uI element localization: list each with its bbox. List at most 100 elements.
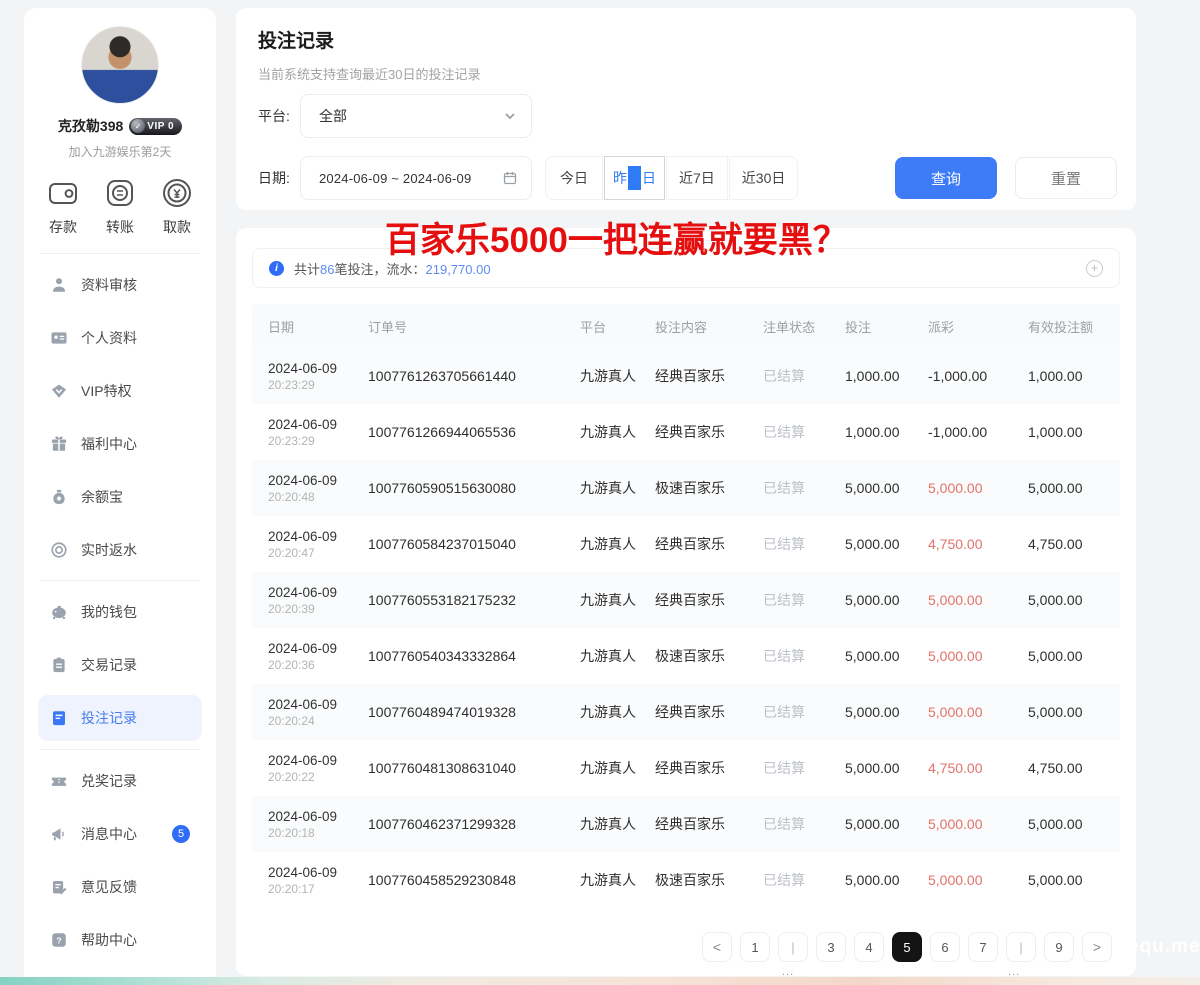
cell-valid-amount: 1,000.00 <box>1028 424 1120 440</box>
page-subtitle: 当前系统支持查询最近30日的投注记录 <box>258 64 480 83</box>
sidebar-item-realtime-rebate[interactable]: 实时返水 <box>24 523 216 576</box>
cell-bet-amount: 1,000.00 <box>845 368 928 384</box>
quick-date-yesterday[interactable]: 昨日 <box>604 156 665 200</box>
cell-valid-amount: 5,000.00 <box>1028 592 1120 608</box>
pagination-prev[interactable]: < <box>702 932 732 962</box>
reset-button[interactable]: 重置 <box>1015 157 1117 199</box>
sidebar-item-prize-records[interactable]: 兑奖记录 <box>24 754 216 807</box>
transaction-record-icon <box>50 656 68 674</box>
platform-label: 平台: <box>258 94 290 138</box>
cell-time: 20:20:36 <box>268 658 368 672</box>
sidebar-item-personal-info[interactable]: 个人资料 <box>24 311 216 364</box>
column-header-valid: 有效投注额 <box>1028 317 1120 336</box>
sidebar-item-yuebao[interactable]: 余额宝 <box>24 470 216 523</box>
sidebar-item-betting-records[interactable]: 投注记录 <box>38 695 202 741</box>
pagination-page-7[interactable]: 7 <box>968 932 998 962</box>
table-row[interactable]: 2024-06-0920:20:24 1007760489474019328 九… <box>252 684 1120 740</box>
table-row[interactable]: 2024-06-0920:20:22 1007760481308631040 九… <box>252 740 1120 796</box>
cell-platform: 九游真人 <box>580 646 655 666</box>
pagination-page-3[interactable]: 3 <box>816 932 846 962</box>
table-body: 2024-06-0920:23:29 1007761263705661440 九… <box>252 348 1120 908</box>
table-row[interactable]: 2024-06-0920:23:29 1007761263705661440 九… <box>252 348 1120 404</box>
cell-status: 已结算 <box>763 366 845 386</box>
table-row[interactable]: 2024-06-0920:23:29 1007761266944065536 九… <box>252 404 1120 460</box>
user-audit-icon <box>50 276 68 294</box>
cell-bet-content: 极速百家乐 <box>655 870 763 890</box>
username: 克孜勒398 <box>58 116 123 136</box>
sidebar-item-welfare-center[interactable]: 福利中心 <box>24 417 216 470</box>
cell-order-number: 1007760462371299328 <box>368 816 580 832</box>
withdraw-button[interactable]: 取款 <box>160 176 194 237</box>
cell-time: 20:20:48 <box>268 490 368 504</box>
vip-badge[interactable]: ✓ VIP 0 <box>129 118 182 135</box>
cell-bet-content: 经典百家乐 <box>655 422 763 442</box>
cell-platform: 九游真人 <box>580 422 655 442</box>
table-row[interactable]: 2024-06-0920:20:39 1007760553182175232 九… <box>252 572 1120 628</box>
cell-time: 20:20:39 <box>268 602 368 616</box>
help-icon: ? <box>50 931 68 949</box>
date-range-value: 2024-06-09 ~ 2024-06-09 <box>319 171 503 186</box>
sidebar-item-vip-privilege[interactable]: VIP特权 <box>24 364 216 417</box>
cell-valid-amount: 4,750.00 <box>1028 536 1120 552</box>
pagination-ellipsis-left[interactable]: | <box>778 932 808 962</box>
pagination-page-1[interactable]: 1 <box>740 932 770 962</box>
cell-payout: 4,750.00 <box>928 536 1028 552</box>
table-row[interactable]: 2024-06-0920:20:18 1007760462371299328 九… <box>252 796 1120 852</box>
sidebar-item-profile-audit[interactable]: 资料审核 <box>24 258 216 311</box>
cell-bet-content: 经典百家乐 <box>655 534 763 554</box>
bet-count: 86 <box>320 262 334 277</box>
table-row[interactable]: 2024-06-0920:20:17 1007760458529230848 九… <box>252 852 1120 908</box>
sidebar-item-feedback[interactable]: 意见反馈 <box>24 860 216 913</box>
deposit-button[interactable]: 存款 <box>46 176 80 237</box>
date-range-input[interactable]: 2024-06-09 ~ 2024-06-09 <box>300 156 532 200</box>
column-header-order: 订单号 <box>368 317 580 336</box>
gift-icon <box>50 435 68 453</box>
pagination-page-5-active[interactable]: 5 <box>892 932 922 962</box>
cell-status: 已结算 <box>763 814 845 834</box>
page-title: 投注记录 <box>258 26 334 53</box>
pagination-page-6[interactable]: 6 <box>930 932 960 962</box>
sidebar-item-help-center[interactable]: ? 帮助中心 <box>24 913 216 966</box>
pagination-ellipsis-right[interactable]: | <box>1006 932 1036 962</box>
pagination-page-4[interactable]: 4 <box>854 932 884 962</box>
sidebar-item-my-wallet[interactable]: 我的钱包 <box>24 585 216 638</box>
quick-date-last30[interactable]: 近30日 <box>729 156 799 200</box>
quick-date-today[interactable]: 今日 <box>545 156 603 200</box>
cell-platform: 九游真人 <box>580 478 655 498</box>
table-row[interactable]: 2024-06-0920:20:47 1007760584237015040 九… <box>252 516 1120 572</box>
cell-bet-content: 经典百家乐 <box>655 366 763 386</box>
megaphone-icon <box>50 825 68 843</box>
table-row[interactable]: 2024-06-09 20:20:48 1007760590515630080 九… <box>252 460 1120 516</box>
cell-bet-content: 经典百家乐 <box>655 758 763 778</box>
ticket-icon <box>50 772 68 790</box>
cell-bet-amount: 5,000.00 <box>845 648 928 664</box>
cell-order-number: 1007760590515630080 <box>368 480 580 496</box>
search-button[interactable]: 查询 <box>895 157 997 199</box>
cell-date: 2024-06-09 <box>268 473 368 488</box>
table-row[interactable]: 2024-06-0920:20:36 1007760540343332864 九… <box>252 628 1120 684</box>
platform-select[interactable]: 全部 <box>300 94 532 138</box>
cell-bet-amount: 5,000.00 <box>845 592 928 608</box>
cell-date: 2024-06-09 <box>268 417 368 432</box>
info-icon: i <box>269 261 284 276</box>
cell-date: 2024-06-09 <box>268 529 368 544</box>
transfer-button[interactable]: 转账 <box>103 176 137 237</box>
cell-platform: 九游真人 <box>580 870 655 890</box>
cell-valid-amount: 5,000.00 <box>1028 872 1120 888</box>
sidebar-item-message-center[interactable]: 消息中心 5 <box>24 807 216 860</box>
expand-plus-icon[interactable]: + <box>1086 260 1103 277</box>
watermark: equ.me <box>1128 936 1200 958</box>
avatar[interactable] <box>81 26 159 104</box>
cell-order-number: 1007760553182175232 <box>368 592 580 608</box>
pagination: < 1 | 3 4 5 6 7 | 9 > <box>702 932 1112 962</box>
quick-date-last7[interactable]: 近7日 <box>666 156 728 200</box>
pagination-page-9[interactable]: 9 <box>1044 932 1074 962</box>
cell-time: 20:20:24 <box>268 714 368 728</box>
sidebar-item-transaction-records[interactable]: 交易记录 <box>24 638 216 691</box>
cell-bet-content: 经典百家乐 <box>655 702 763 722</box>
cell-date: 2024-06-09 <box>268 585 368 600</box>
cell-bet-amount: 5,000.00 <box>845 536 928 552</box>
cell-bet-content: 极速百家乐 <box>655 646 763 666</box>
pagination-next[interactable]: > <box>1082 932 1112 962</box>
cell-status: 已结算 <box>763 870 845 890</box>
